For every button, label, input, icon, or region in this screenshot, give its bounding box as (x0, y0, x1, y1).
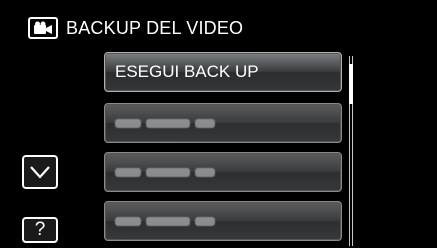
page-title: BACKUP DEL VIDEO (66, 17, 244, 38)
menu-item-esegui-back-up[interactable]: ESEGUI BACK UP (104, 52, 342, 92)
scroll-down-button[interactable] (22, 155, 58, 189)
video-camera-icon (28, 17, 58, 39)
scrollbar-thumb[interactable] (349, 64, 353, 104)
scrollbar[interactable] (349, 56, 353, 246)
chevron-down-icon (30, 166, 50, 179)
menu-item-blurred[interactable] (104, 201, 342, 241)
menu-item-blurred[interactable] (104, 152, 342, 192)
menu-item-blurred[interactable] (104, 103, 342, 143)
screen-header: BACKUP DEL VIDEO (28, 14, 243, 42)
blurred-text (115, 118, 215, 128)
blurred-text (115, 167, 215, 177)
blurred-text (115, 216, 215, 226)
menu-item-label: ESEGUI BACK UP (115, 62, 259, 81)
help-label: ? (34, 219, 46, 240)
help-button[interactable]: ? (22, 217, 58, 243)
